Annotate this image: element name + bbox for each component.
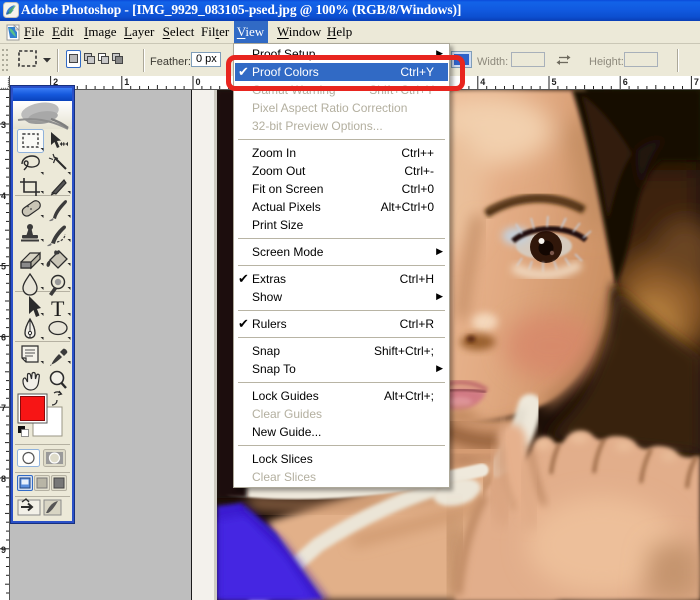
svg-text:8: 8 <box>1 474 6 484</box>
svg-text:6: 6 <box>1 332 6 342</box>
svg-text:7: 7 <box>694 77 699 87</box>
svg-text:4: 4 <box>480 77 485 87</box>
svg-text:7: 7 <box>1 403 6 413</box>
svg-text:5: 5 <box>1 262 6 272</box>
svg-text:0: 0 <box>196 77 201 87</box>
svg-text:3: 3 <box>1 120 6 130</box>
svg-text:4: 4 <box>1 191 6 201</box>
svg-text:5: 5 <box>552 77 557 87</box>
svg-text:6: 6 <box>623 77 628 87</box>
svg-text:T: T <box>51 296 65 321</box>
svg-text:1: 1 <box>124 77 129 87</box>
svg-text:9: 9 <box>1 545 6 555</box>
